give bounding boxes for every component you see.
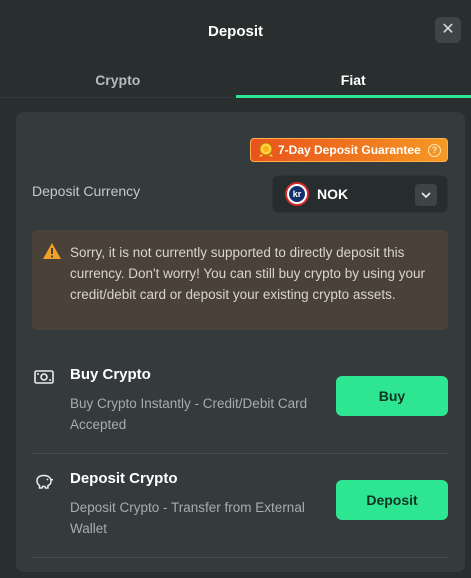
nok-symbol: kr	[289, 186, 305, 202]
buy-crypto-row: Buy Crypto Buy Crypto Instantly - Credit…	[32, 350, 448, 454]
tab-crypto[interactable]: Crypto	[0, 62, 236, 97]
currency-code: NOK	[317, 186, 349, 202]
nok-currency-icon: kr	[285, 182, 309, 206]
help-icon[interactable]: ?	[428, 143, 441, 157]
close-button[interactable]: ✕	[435, 17, 461, 43]
deposit-button[interactable]: Deposit	[336, 480, 448, 520]
piggy-bank-icon	[36, 474, 54, 489]
warning-text: Sorry, it is not currently supported to …	[70, 245, 425, 302]
buy-crypto-title: Buy Crypto	[70, 366, 151, 383]
chevron-down-icon	[415, 184, 437, 206]
page-title: Deposit	[207, 22, 263, 40]
tab-fiat[interactable]: Fiat	[235, 62, 471, 98]
unsupported-currency-warning: Sorry, it is not currently supported to …	[32, 230, 448, 330]
buy-crypto-description: Buy Crypto Instantly - Credit/Debit Card…	[70, 396, 308, 432]
modal-header: Deposit ✕	[0, 0, 471, 62]
guarantee-label: 7-Day Deposit Guarantee	[278, 143, 421, 157]
deposit-panel: 7-Day Deposit Guarantee ? Deposit Curren…	[16, 112, 465, 572]
deposit-crypto-row: Deposit Crypto Deposit Crypto - Transfer…	[32, 454, 448, 558]
deposit-crypto-description: Deposit Crypto - Transfer from External …	[70, 500, 305, 536]
currency-select[interactable]: kr NOK	[272, 175, 448, 213]
medal-icon	[259, 142, 273, 157]
tab-bar: Crypto Fiat	[0, 62, 471, 98]
cash-icon	[34, 370, 54, 384]
deposit-crypto-title: Deposit Crypto	[70, 470, 178, 487]
deposit-guarantee-badge[interactable]: 7-Day Deposit Guarantee ?	[250, 138, 448, 162]
close-icon: ✕	[441, 21, 455, 38]
currency-label: Deposit Currency	[32, 183, 141, 199]
buy-button[interactable]: Buy	[336, 376, 448, 416]
warning-icon	[43, 243, 61, 259]
